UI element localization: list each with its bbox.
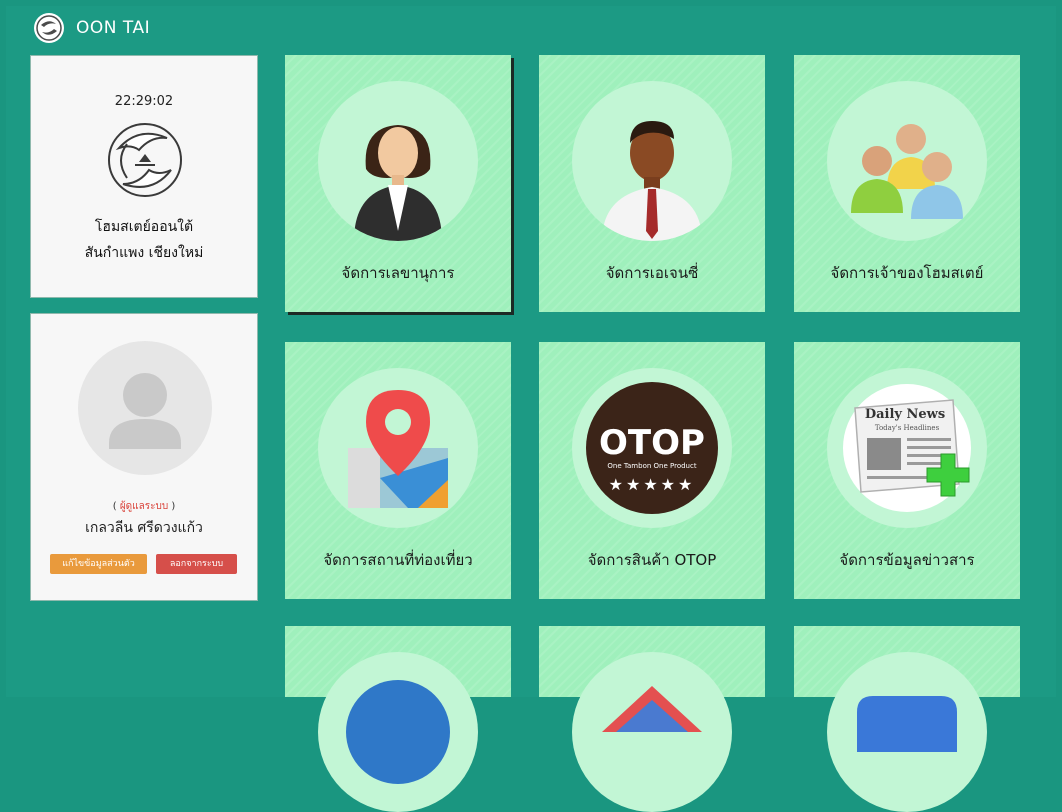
tile-icon-circle xyxy=(827,652,987,812)
tile-manage-attractions[interactable]: จัดการสถานที่ท่องเที่ยว xyxy=(285,342,511,599)
homestay-name: โฮมสเตย์ออนใต้ xyxy=(94,219,194,235)
role-text: ผู้ดูแลระบบ xyxy=(119,501,169,512)
otop-icon: OTOP One Tambon One Product ★★★★★ xyxy=(586,382,718,514)
role-close: ) xyxy=(168,501,176,512)
role-open: ( xyxy=(112,501,120,512)
tile-label: จัดการข้อมูลข่าวสาร xyxy=(839,551,975,569)
house-icon xyxy=(602,686,702,732)
user-role: ( ผู้ดูแลระบบ ) xyxy=(31,499,257,514)
user-name: เกลวลีน ศรีดวงแก้ว xyxy=(85,520,203,536)
homestay-owners-icon xyxy=(851,124,963,219)
homestay-location: สันกำแพง เชียงใหม่ xyxy=(84,245,204,261)
map-pin-icon xyxy=(348,390,448,508)
tile-label: จัดการเอเจนซี่ xyxy=(605,264,699,282)
tile-manage-secretary[interactable]: จัดการเลขานุการ xyxy=(285,55,511,312)
calendar-icon xyxy=(857,696,957,752)
logout-button[interactable]: ลอกจากระบบ xyxy=(156,554,237,574)
tile-icon-circle xyxy=(318,652,478,812)
tile-label: จัดการเจ้าของโฮมสเตย์ xyxy=(830,264,984,282)
tile-manage-agency[interactable]: จัดการเอเจนซี่ xyxy=(539,55,765,312)
tile-icon-circle: Daily News Today's Headlines xyxy=(827,368,987,528)
user-profile-card: ( ผู้ดูแลระบบ ) เกลวลีน ศรีดวงแก้ว แก้ไข… xyxy=(30,313,258,601)
otop-subtitle: One Tambon One Product xyxy=(607,462,696,470)
tile-row3-col1[interactable] xyxy=(285,626,511,812)
news-headline: Today's Headlines xyxy=(875,424,940,432)
tile-icon-circle xyxy=(827,81,987,241)
user-silhouette-icon xyxy=(109,373,181,449)
tile-icon-circle xyxy=(318,368,478,528)
tile-row3-col3[interactable] xyxy=(794,626,1020,812)
tile-icon-circle xyxy=(572,652,732,812)
edit-profile-button[interactable]: แก้ไขข้อมูลส่วนตัว xyxy=(50,554,147,574)
tile-label: จัดการสินค้า OTOP xyxy=(587,551,717,569)
brand-logo-icon xyxy=(34,13,64,43)
globe-icon xyxy=(346,680,450,784)
tile-icon-circle: OTOP One Tambon One Product ★★★★★ xyxy=(572,368,732,528)
homestay-fish-logo-icon xyxy=(108,123,182,197)
brand[interactable]: OON TAI xyxy=(34,13,150,43)
clock-time: 22:29:02 xyxy=(114,94,174,109)
tile-manage-homestay-owners[interactable]: จัดการเจ้าของโฮมสเตย์ xyxy=(794,55,1020,312)
avatar xyxy=(78,341,212,475)
otop-stars: ★★★★★ xyxy=(609,475,696,494)
homestay-info-card: 22:29:02 โฮมสเตย์ออนใต้ สันกำแพง เชียงให… xyxy=(30,55,258,298)
tile-manage-otop[interactable]: OTOP One Tambon One Product ★★★★★ จัดการ… xyxy=(539,342,765,599)
brand-name: OON TAI xyxy=(76,18,151,38)
tile-label: จัดการเลขานุการ xyxy=(341,264,455,282)
secretary-icon xyxy=(354,125,442,241)
tile-label: จัดการสถานที่ท่องเที่ยว xyxy=(323,551,473,569)
otop-title: OTOP xyxy=(599,423,705,463)
news-icon: Daily News Today's Headlines xyxy=(843,384,971,512)
tile-row3-col2[interactable] xyxy=(539,626,765,812)
tile-manage-news[interactable]: Daily News Today's Headlines จัดการข้อมู… xyxy=(794,342,1020,599)
news-masthead: Daily News xyxy=(865,407,945,422)
tile-icon-circle xyxy=(572,81,732,241)
agency-icon xyxy=(602,121,702,241)
app-frame: OON TAI 22:29:02 โฮมสเตย์ออนใต้ สันกำแพง… xyxy=(6,6,1056,812)
tile-icon-circle xyxy=(318,81,478,241)
